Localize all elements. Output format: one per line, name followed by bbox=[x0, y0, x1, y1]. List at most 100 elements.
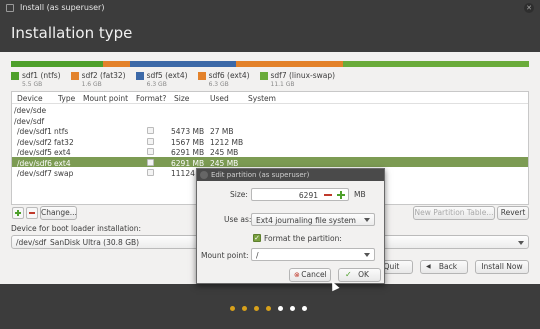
revert-button[interactable]: Revert bbox=[497, 206, 529, 220]
remove-partition-button[interactable] bbox=[26, 207, 38, 219]
legend-name: sdf7 (linux-swap) bbox=[270, 71, 336, 80]
change-button[interactable]: Change... bbox=[40, 206, 77, 220]
legend-item: sdf7 (linux-swap) 11.1 GB bbox=[259, 71, 336, 88]
chevron-down-icon bbox=[364, 218, 370, 222]
cancel-button[interactable]: ⊗ Cancel bbox=[289, 268, 331, 282]
size-label: Size: bbox=[230, 190, 248, 199]
table-row[interactable]: /dev/sde bbox=[12, 104, 528, 115]
col-device[interactable]: Device bbox=[17, 94, 43, 103]
bootloader-description: SanDisk Ultra (30.8 GB) bbox=[50, 238, 140, 247]
col-size[interactable]: Size bbox=[174, 94, 189, 103]
progress-dot bbox=[242, 306, 247, 311]
table-row[interactable]: /dev/sdf bbox=[12, 115, 528, 126]
progress-dot bbox=[254, 306, 259, 311]
size-unit: MB bbox=[354, 190, 366, 199]
legend-size: 11.1 GB bbox=[270, 81, 295, 88]
legend-name: sdf1 (ntfs) bbox=[22, 71, 61, 80]
dialog-title: Edit partition (as superuser) bbox=[211, 171, 310, 179]
legend-swatch bbox=[11, 72, 19, 80]
ok-button[interactable]: ✓ OK bbox=[338, 268, 381, 282]
close-icon[interactable]: ✕ bbox=[524, 3, 534, 13]
chevron-down-icon bbox=[518, 241, 524, 245]
partition-segment bbox=[129, 61, 237, 67]
cancel-icon: ⊗ bbox=[294, 271, 300, 279]
format-checkbox[interactable] bbox=[147, 127, 154, 134]
format-checkbox[interactable] bbox=[147, 169, 154, 176]
legend-swatch bbox=[135, 72, 144, 80]
col-mount[interactable]: Mount point bbox=[83, 94, 128, 103]
table-row[interactable]: /dev/sdf1 ntfs 5473 MB 27 MB bbox=[12, 125, 528, 136]
page-header: Installation type bbox=[0, 16, 540, 52]
progress-dot bbox=[302, 306, 307, 311]
table-row-selected[interactable]: /dev/sdf6 ext4 6291 MB 245 MB bbox=[12, 156, 528, 168]
bootloader-label: Device for boot loader installation: bbox=[11, 224, 142, 233]
window-titlebar: Install (as superuser) ✕ bbox=[0, 0, 540, 16]
size-input[interactable]: 6291 bbox=[251, 188, 349, 201]
use-as-label: Use as: bbox=[224, 215, 252, 224]
bootloader-device: /dev/sdf bbox=[16, 238, 47, 247]
cell-device: /dev/sdf7 bbox=[17, 169, 52, 178]
legend-swatch bbox=[259, 72, 268, 80]
app-icon bbox=[6, 4, 14, 12]
progress-dots bbox=[230, 306, 314, 311]
use-as-value: Ext4 journaling file system bbox=[256, 216, 356, 225]
col-used[interactable]: Used bbox=[210, 94, 229, 103]
legend-item: sdf6 (ext4) 6.3 GB bbox=[197, 71, 250, 88]
cell-type: swap bbox=[54, 169, 74, 178]
mount-point-input[interactable]: / bbox=[251, 248, 375, 261]
format-checkbox[interactable] bbox=[147, 158, 154, 166]
dialog-close-icon[interactable] bbox=[200, 171, 208, 179]
legend-item: sdf5 (ext4) 6.3 GB bbox=[135, 71, 188, 88]
legend-name: sdf5 (ext4) bbox=[146, 71, 188, 80]
table-header: Device Type Mount point Format? Size Use… bbox=[12, 92, 528, 104]
legend-size: 6.3 GB bbox=[208, 81, 229, 88]
back-arrow-icon: ◀ bbox=[426, 263, 431, 270]
format-partition-checkbox[interactable]: ✓ bbox=[253, 234, 261, 242]
legend-size: 5.5 GB bbox=[22, 81, 43, 88]
progress-dot bbox=[278, 306, 283, 311]
edit-partition-dialog: Edit partition (as superuser) Size: 6291… bbox=[196, 168, 385, 284]
col-type[interactable]: Type bbox=[58, 94, 75, 103]
add-partition-button[interactable] bbox=[12, 207, 24, 219]
legend-size: 6.3 GB bbox=[146, 81, 167, 88]
chevron-down-icon bbox=[364, 253, 370, 257]
new-partition-table-button[interactable]: New Partition Table... bbox=[413, 206, 495, 220]
format-partition-label: Format the partition: bbox=[264, 234, 342, 243]
legend-swatch bbox=[197, 72, 206, 80]
install-now-button[interactable]: Install Now bbox=[475, 260, 529, 274]
col-format[interactable]: Format? bbox=[136, 94, 166, 103]
window-title: Install (as superuser) bbox=[20, 3, 105, 12]
col-system[interactable]: System bbox=[248, 94, 276, 103]
partition-segment bbox=[102, 61, 130, 67]
cancel-label: Cancel bbox=[301, 270, 327, 279]
table-row[interactable]: /dev/sdf2 fat32 1567 MB 1212 MB bbox=[12, 136, 528, 147]
legend-swatch bbox=[70, 72, 79, 80]
legend-item: sdf1 (ntfs) 5.5 GB bbox=[11, 71, 61, 88]
progress-dot bbox=[266, 306, 271, 311]
format-checkbox[interactable] bbox=[147, 137, 154, 145]
legend-item: sdf2 (fat32) 1.6 GB bbox=[70, 71, 126, 88]
progress-dot bbox=[290, 306, 295, 311]
footer bbox=[0, 284, 540, 329]
back-button[interactable]: ◀ Back bbox=[420, 260, 468, 274]
mount-point-value: / bbox=[256, 251, 259, 260]
partition-segment bbox=[343, 61, 529, 67]
progress-dot bbox=[230, 306, 235, 311]
ok-label: OK bbox=[358, 270, 369, 279]
partition-bar bbox=[11, 61, 529, 67]
format-checkbox[interactable] bbox=[147, 148, 154, 155]
legend-size: 1.6 GB bbox=[81, 81, 102, 88]
table-row[interactable]: /dev/sdf5 ext4 6291 MB 245 MB bbox=[12, 146, 528, 157]
legend-name: sdf2 (fat32) bbox=[81, 71, 126, 80]
partition-legend: sdf1 (ntfs) 5.5 GB sdf2 (fat32) 1.6 GB sdf… bbox=[11, 71, 345, 88]
legend-name: sdf6 (ext4) bbox=[208, 71, 250, 80]
use-as-select[interactable]: Ext4 journaling file system bbox=[251, 213, 375, 226]
minus-icon[interactable] bbox=[324, 194, 332, 196]
partition-segment bbox=[236, 61, 343, 67]
mount-point-label: Mount point: bbox=[201, 251, 249, 260]
size-value: 6291 bbox=[298, 191, 318, 200]
dialog-titlebar: Edit partition (as superuser) bbox=[197, 169, 384, 181]
plus-icon[interactable] bbox=[337, 191, 345, 199]
back-label: Back bbox=[438, 262, 458, 271]
partition-segment bbox=[11, 61, 103, 67]
